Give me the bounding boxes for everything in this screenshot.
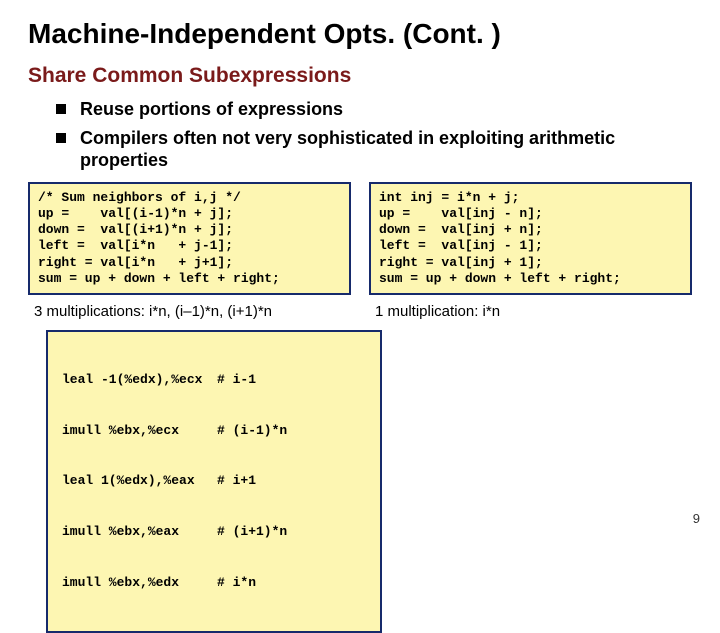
asm-line: imull %ebx,%eax# (i+1)*n bbox=[62, 524, 372, 541]
asm-comment: # (i-1)*n bbox=[217, 423, 372, 440]
asm-line: imull %ebx,%ecx# (i-1)*n bbox=[62, 423, 372, 440]
code-original: /* Sum neighbors of i,j */ up = val[(i-1… bbox=[28, 182, 351, 296]
code-col-left: /* Sum neighbors of i,j */ up = val[(i-1… bbox=[28, 182, 351, 331]
slide: Machine-Independent Opts. (Cont. ) Share… bbox=[0, 0, 720, 540]
asm-instr: imull %ebx,%eax bbox=[62, 524, 217, 541]
asm-instr: imull %ebx,%edx bbox=[62, 575, 217, 592]
page-number: 9 bbox=[693, 511, 700, 526]
asm-comment: # i*n bbox=[217, 575, 372, 592]
asm-line: imull %ebx,%edx# i*n bbox=[62, 575, 372, 592]
code-optimized: int inj = i*n + j; up = val[inj - n]; do… bbox=[369, 182, 692, 296]
bullet-item: Reuse portions of expressions bbox=[56, 98, 692, 121]
bullet-list: Reuse portions of expressions Compilers … bbox=[56, 98, 692, 172]
page-title: Machine-Independent Opts. (Cont. ) bbox=[28, 18, 692, 50]
asm-instr: leal 1(%edx),%eax bbox=[62, 473, 217, 490]
asm-instr: imull %ebx,%ecx bbox=[62, 423, 217, 440]
section-heading: Share Common Subexpressions bbox=[28, 64, 692, 88]
caption-right: 1 multiplication: i*n bbox=[375, 303, 692, 320]
caption-left: 3 multiplications: i*n, (i–1)*n, (i+1)*n bbox=[34, 303, 351, 320]
asm-comment: # i+1 bbox=[217, 473, 372, 490]
bullet-item: Compilers often not very sophisticated i… bbox=[56, 127, 692, 172]
asm-comment: # i-1 bbox=[217, 372, 372, 389]
code-col-right: int inj = i*n + j; up = val[inj - n]; do… bbox=[369, 182, 692, 331]
asm-instr: leal -1(%edx),%ecx bbox=[62, 372, 217, 389]
code-row: /* Sum neighbors of i,j */ up = val[(i-1… bbox=[28, 182, 692, 331]
assembly-listing: leal -1(%edx),%ecx# i-1 imull %ebx,%ecx#… bbox=[46, 330, 382, 633]
asm-comment: # (i+1)*n bbox=[217, 524, 372, 541]
asm-line: leal -1(%edx),%ecx# i-1 bbox=[62, 372, 372, 389]
asm-line: leal 1(%edx),%eax# i+1 bbox=[62, 473, 372, 490]
